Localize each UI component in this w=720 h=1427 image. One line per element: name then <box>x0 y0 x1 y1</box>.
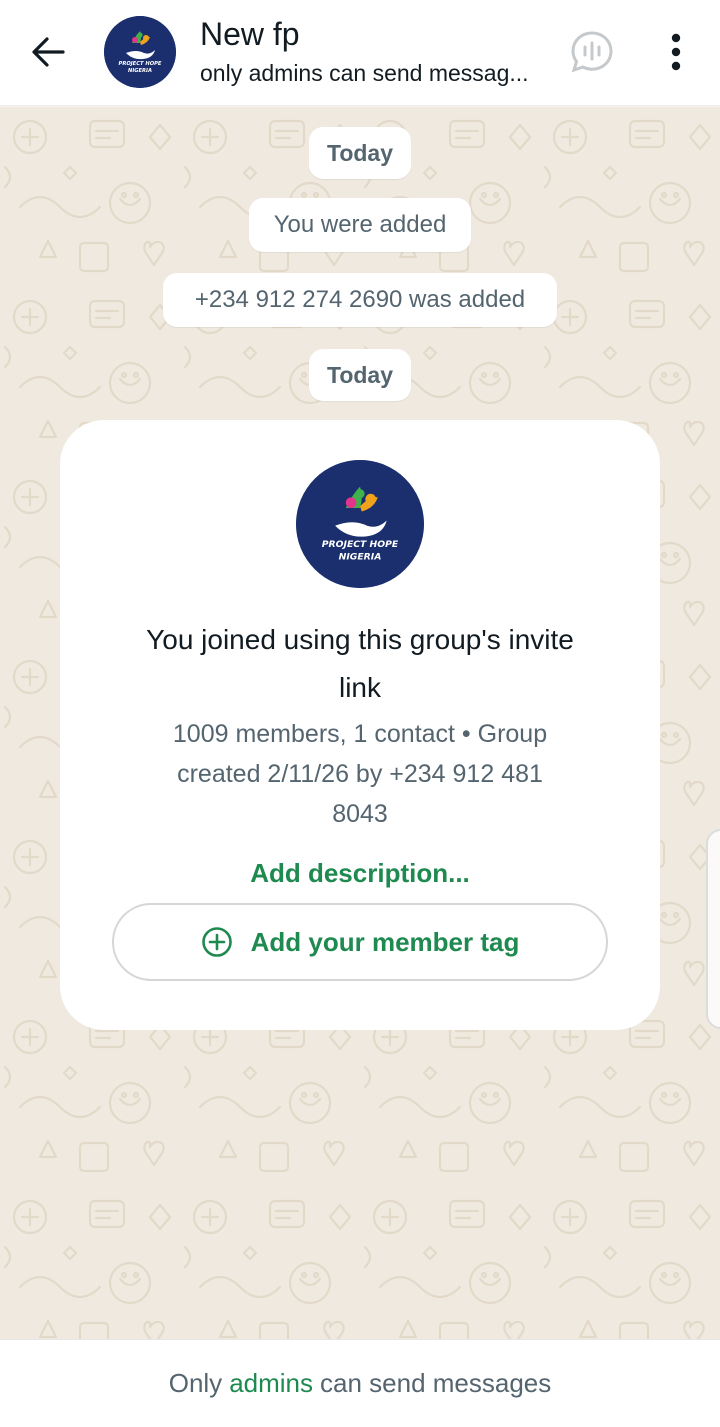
join-message-title-line1: You joined using this group's invite <box>146 624 574 655</box>
add-description-link[interactable]: Add description... <box>90 858 630 889</box>
add-member-tag-label: Add your member tag <box>250 926 520 957</box>
logo-text-line2: NIGERIA <box>128 68 152 74</box>
group-meta-line3: 8043 <box>332 800 388 828</box>
admin-only-notice: Only admins can send messages <box>0 1339 720 1427</box>
group-join-info-card: PROJECT HOPE NIGERIA You joined using th… <box>60 420 660 1030</box>
group-meta-line2: created 2/11/26 by +234 912 481 <box>177 760 543 788</box>
more-vertical-icon <box>671 33 681 71</box>
notice-prefix: Only <box>168 1368 223 1398</box>
date-chip: Today <box>309 127 411 179</box>
plus-circle-icon <box>201 927 232 957</box>
project-hope-logo: PROJECT HOPE NIGERIA <box>296 460 424 588</box>
system-message-you-added: You were added <box>249 198 471 252</box>
chat-header: PROJECT HOPE NIGERIA New fp only admins … <box>0 0 720 106</box>
admins-link[interactable]: admins <box>222 1368 320 1399</box>
logo-text-line1: PROJECT HOPE <box>322 539 399 550</box>
arrow-left-icon <box>32 37 65 67</box>
join-message-title-line2: link <box>338 672 381 703</box>
project-hope-logo: PROJECT HOPE NIGERIA <box>104 16 176 88</box>
group-subtitle[interactable]: only admins can send messag... <box>200 60 529 87</box>
group-avatar-large[interactable]: PROJECT HOPE NIGERIA <box>296 460 424 588</box>
add-member-tag-button[interactable]: Add your member tag <box>112 903 608 981</box>
join-message-title: You joined using this group's invite lin… <box>90 616 630 712</box>
group-meta-line1: 1009 members, 1 contact • Group <box>172 720 548 748</box>
group-avatar[interactable]: PROJECT HOPE NIGERIA <box>104 16 176 88</box>
logo-text-line1: PROJECT HOPE <box>119 61 162 67</box>
voice-chat-button[interactable] <box>566 26 618 78</box>
group-meta-info: 1009 members, 1 contact • Group created … <box>130 714 590 834</box>
logo-text-line2: NIGERIA <box>339 552 382 563</box>
group-name[interactable]: New fp <box>200 16 300 53</box>
date-chip: Today <box>309 349 411 401</box>
more-options-button[interactable] <box>654 26 698 78</box>
voice-chat-icon <box>571 31 613 73</box>
side-panel-edge[interactable] <box>706 829 720 1029</box>
system-message-member-added: +234 912 274 2690 was added <box>163 273 557 327</box>
back-button[interactable] <box>22 26 74 78</box>
chat-area[interactable]: Today You were added +234 912 274 2690 w… <box>0 107 720 1339</box>
notice-suffix: can send messages <box>320 1368 552 1398</box>
